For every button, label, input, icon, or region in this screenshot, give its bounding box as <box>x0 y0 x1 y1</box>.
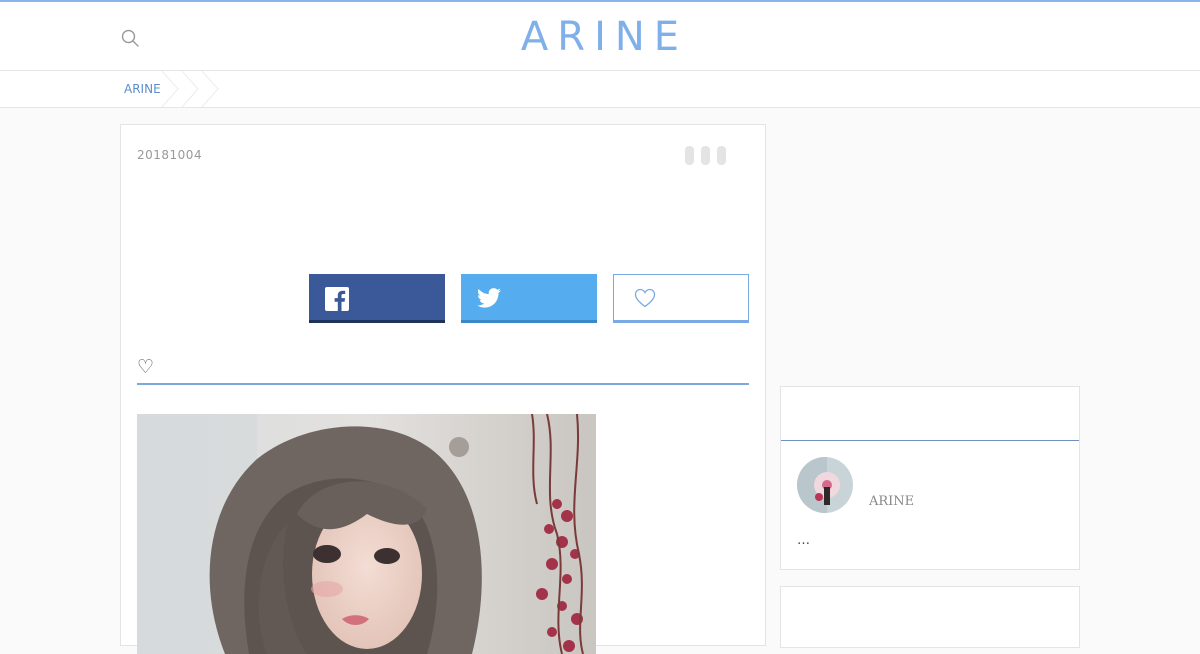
dots-icon[interactable] <box>685 146 729 166</box>
facebook-share-button[interactable] <box>309 274 445 323</box>
author-card-divider <box>781 440 1079 441</box>
twitter-icon <box>477 288 501 308</box>
sidebar-card <box>780 586 1080 648</box>
author-description: … <box>797 533 810 548</box>
site-logo[interactable]: ARINE <box>0 14 1200 60</box>
article-photo <box>137 414 596 654</box>
article-date: 20181004 <box>137 148 203 162</box>
section-heading: ♡ <box>137 355 749 385</box>
breadcrumb: ARINE <box>0 71 1200 108</box>
site-header: ARINE <box>0 2 1200 71</box>
facebook-icon <box>325 287 349 311</box>
avatar[interactable] <box>797 457 853 513</box>
section-heading-text: ♡ <box>137 356 155 378</box>
article-card: 20181004 ♡ <box>120 124 766 654</box>
like-button[interactable] <box>613 274 749 323</box>
breadcrumb-chevrons <box>161 71 219 107</box>
twitter-share-button[interactable] <box>461 274 597 323</box>
breadcrumb-home-link[interactable]: ARINE <box>124 82 161 96</box>
author-name[interactable]: ARINE <box>869 494 914 509</box>
heart-icon <box>634 288 656 308</box>
author-card: ARINE … <box>780 386 1080 570</box>
